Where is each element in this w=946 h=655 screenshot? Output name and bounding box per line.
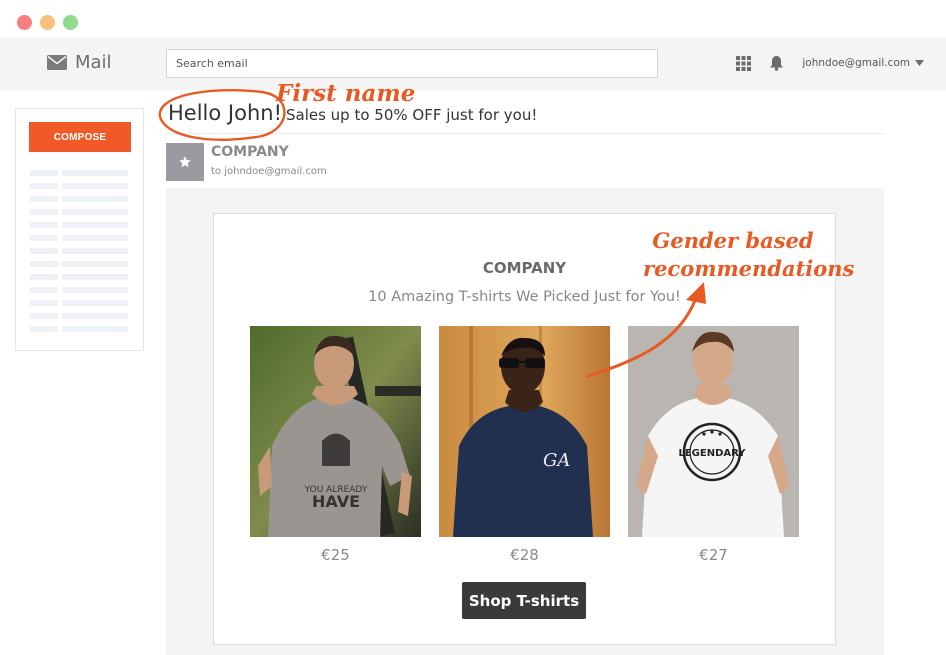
mail-window: Mail Search email johndoe@gmail.com COMP [0, 0, 946, 655]
header-actions: johndoe@gmail.com [736, 55, 924, 71]
user-email: johndoe@gmail.com [802, 57, 910, 69]
folder-row[interactable] [30, 261, 130, 267]
folder-row[interactable] [30, 248, 130, 254]
svg-text:GA: GA [543, 450, 570, 471]
subject: Sales up to 50% OFF just for you! [285, 106, 538, 124]
bell-icon[interactable] [769, 55, 784, 71]
top-bar: Mail Search email johndoe@gmail.com [0, 37, 946, 90]
chevron-down-icon [915, 60, 924, 66]
product-price: €27 [699, 546, 728, 564]
email-tagline: 10 Amazing T-shirts We Picked Just for Y… [368, 289, 681, 305]
product-photo[interactable]: LEGENDARY [628, 326, 799, 537]
envelope-icon [47, 55, 67, 70]
maximize-window-button[interactable] [63, 15, 78, 30]
mail-logo[interactable]: Mail [47, 52, 112, 73]
svg-text:LEGENDARY: LEGENDARY [678, 448, 746, 459]
folder-row[interactable] [30, 209, 130, 215]
close-window-button[interactable] [17, 15, 32, 30]
sidebar: COMPOSE [15, 108, 144, 351]
annotation-gender: Gender based recommendations [643, 227, 855, 283]
folder-row[interactable] [30, 183, 130, 189]
folder-row[interactable] [30, 222, 130, 228]
search-input[interactable]: Search email [166, 49, 658, 78]
star-icon [179, 156, 191, 168]
divider [166, 133, 884, 134]
svg-text:HAVE: HAVE [312, 492, 360, 511]
folder-row[interactable] [30, 287, 130, 293]
greeting: Hello John! [168, 101, 282, 125]
product-price: €25 [321, 546, 350, 564]
product-photo[interactable]: YOU ALREADY HAVE [250, 326, 421, 537]
recipient-line: to johndoe@gmail.com [211, 166, 327, 177]
annotation-gender-line1: Gender based [652, 228, 814, 253]
folder-row[interactable] [30, 313, 130, 319]
folder-row[interactable] [30, 300, 130, 306]
apps-grid-icon[interactable] [736, 55, 752, 71]
annotation-first-name: First name [276, 80, 416, 107]
product-card[interactable]: GA €28 [439, 326, 610, 564]
shop-t-shirts-button[interactable]: Shop T-shirts [462, 582, 586, 619]
app-name: Mail [75, 52, 112, 73]
folder-row[interactable] [30, 274, 130, 280]
product-card[interactable]: YOU ALREADY HAVE €25 [250, 326, 421, 564]
folder-list-placeholder [30, 170, 130, 339]
account-menu[interactable]: johndoe@gmail.com [802, 57, 924, 69]
product-photo[interactable]: GA [439, 326, 610, 537]
folder-row[interactable] [30, 170, 130, 176]
folder-row[interactable] [30, 196, 130, 202]
window-controls [17, 15, 78, 30]
product-card[interactable]: LEGENDARY €27 [628, 326, 799, 564]
folder-row[interactable] [30, 326, 130, 332]
minimize-window-button[interactable] [40, 15, 55, 30]
folder-row[interactable] [30, 235, 130, 241]
sender-name: COMPANY [211, 144, 289, 160]
compose-button[interactable]: COMPOSE [29, 122, 131, 152]
annotation-gender-line2: recommendations [643, 256, 855, 281]
product-price: €28 [510, 546, 539, 564]
sender-avatar [166, 143, 204, 181]
